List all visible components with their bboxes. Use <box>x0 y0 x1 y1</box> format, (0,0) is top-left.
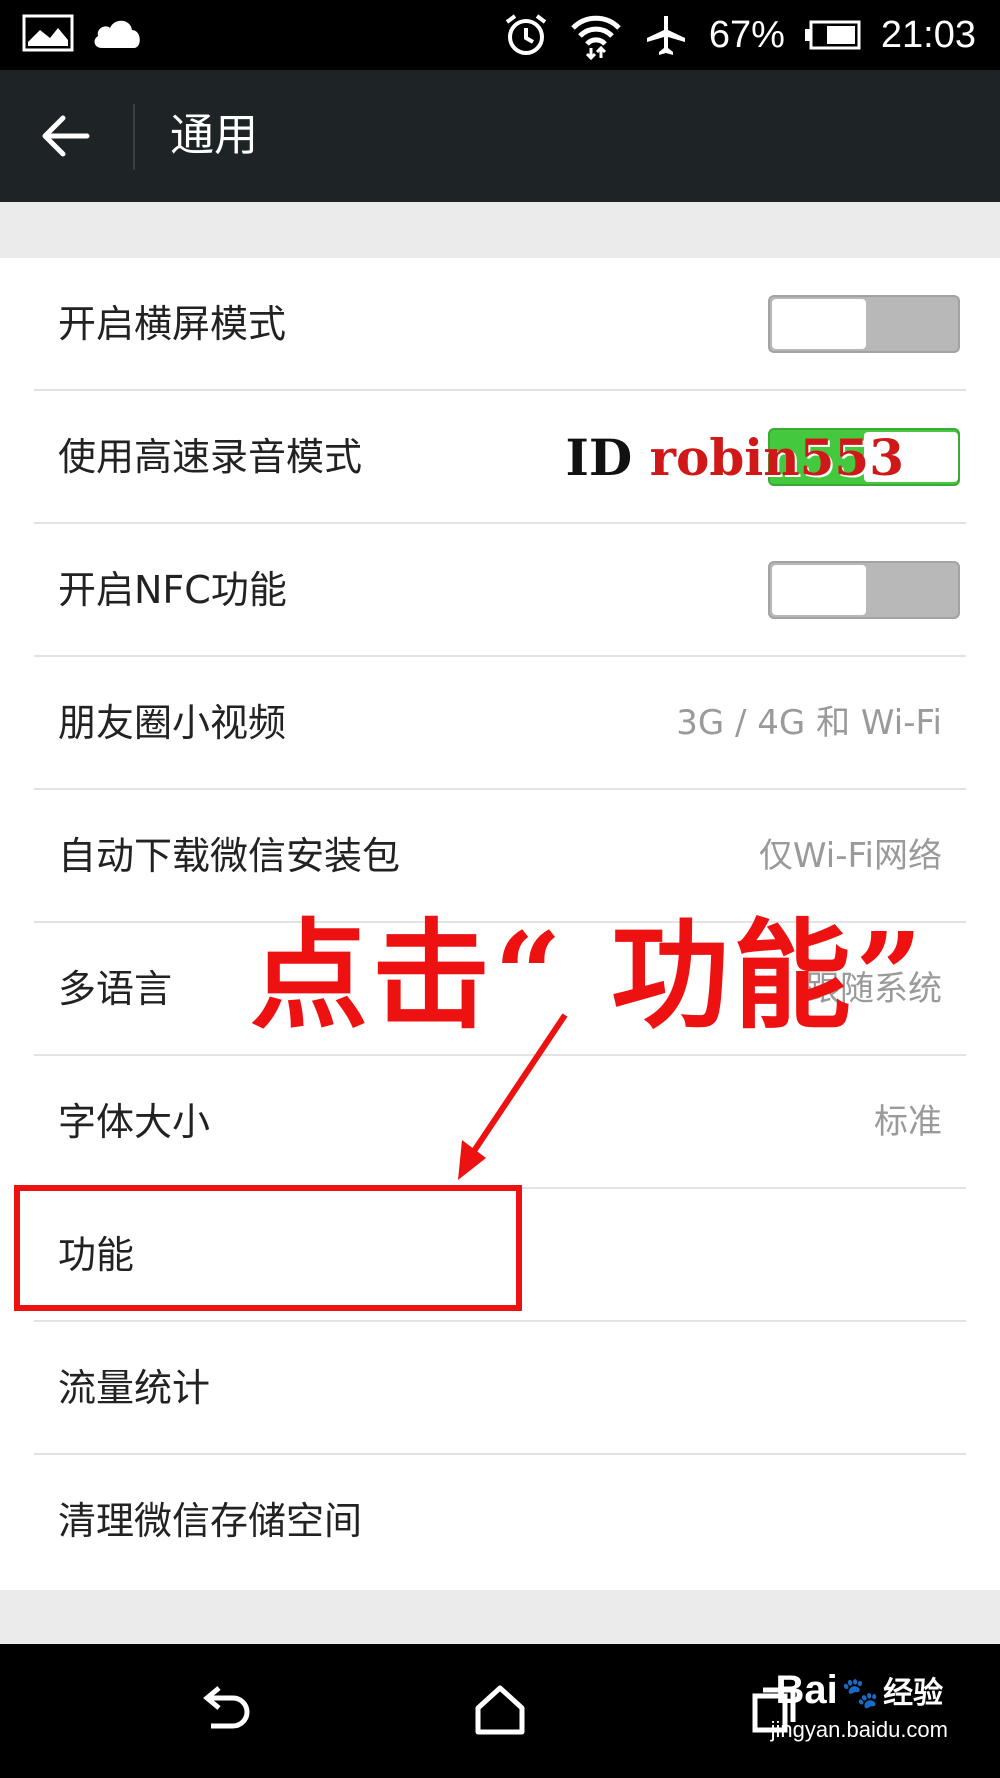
baidu-site: jingyan.baidu.com <box>770 1717 948 1742</box>
nav-home-button[interactable] <box>465 1678 535 1742</box>
navigation-bar: Bai 🐾 经验 jingyan.baidu.com <box>0 1644 1000 1778</box>
annotation-arrow <box>458 1013 568 1180</box>
paw-icon: 🐾 <box>841 1677 880 1710</box>
baidu-watermark: Bai 🐾 经验 jingyan.baidu.com <box>770 1668 948 1742</box>
highlight-box <box>14 1185 522 1311</box>
home-icon <box>475 1685 525 1735</box>
nav-back-button[interactable] <box>190 1678 260 1742</box>
baidu-logo: Bai <box>775 1668 838 1712</box>
nav-back-icon <box>203 1686 250 1729</box>
